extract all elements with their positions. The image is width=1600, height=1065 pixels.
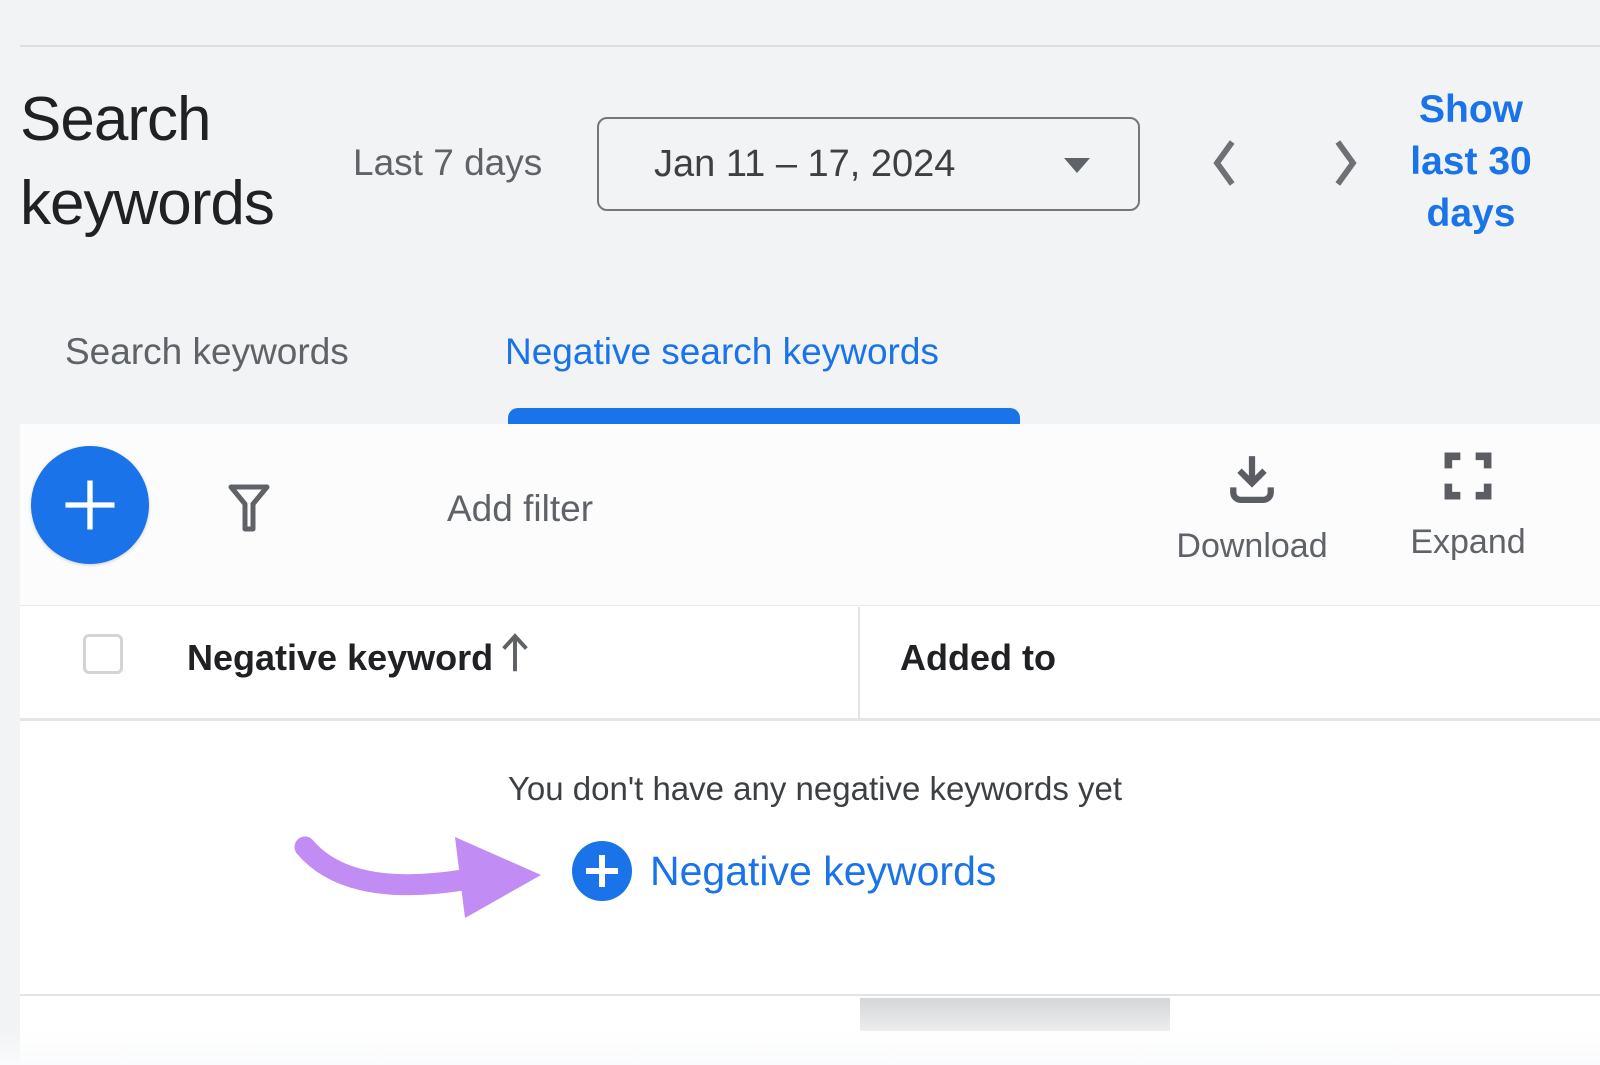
empty-state-message: You don't have any negative keywords yet (465, 770, 1165, 808)
chevron-right-icon[interactable] (1318, 134, 1374, 194)
table-header-row: Negative keyword Added to (20, 607, 1600, 718)
filter-button[interactable] (226, 481, 272, 535)
show-last-30-days-link[interactable]: Show last 30 days (1388, 84, 1554, 240)
tab-search-keywords[interactable]: Search keywords (65, 331, 349, 373)
plus-circle-icon (572, 841, 632, 901)
funnel-icon (226, 481, 272, 535)
plus-icon (58, 473, 122, 537)
active-tab-indicator (508, 408, 1020, 424)
add-negative-keywords-link[interactable]: Negative keywords (572, 840, 996, 902)
column-header-added-to[interactable]: Added to (900, 637, 1056, 679)
top-divider (20, 45, 1600, 47)
expand-label: Expand (1398, 523, 1538, 562)
table-toolbar: Add filter Download Expand (20, 424, 1600, 606)
horizontal-scrollbar-track (20, 994, 1600, 1065)
download-tray-icon (1226, 452, 1278, 504)
select-all-checkbox[interactable] (83, 634, 123, 674)
expand-button[interactable]: Expand (1398, 452, 1538, 562)
date-preset-label: Last 7 days (353, 142, 542, 184)
curved-arrow-icon (288, 822, 550, 927)
download-button[interactable]: Download (1172, 452, 1332, 566)
add-filter-label[interactable]: Add filter (447, 488, 593, 530)
date-range-selector[interactable]: Jan 11 – 17, 2024 (597, 117, 1140, 211)
header-bottom-divider (20, 718, 1600, 721)
horizontal-scrollbar-thumb[interactable] (860, 998, 1170, 1031)
fullscreen-corners-icon (1444, 452, 1492, 500)
chevron-left-icon[interactable] (1196, 134, 1252, 194)
column-divider (858, 607, 860, 718)
date-range-value: Jan 11 – 17, 2024 (654, 119, 955, 209)
tab-negative-search-keywords[interactable]: Negative search keywords (505, 331, 939, 373)
add-negative-keywords-label: Negative keywords (650, 848, 996, 895)
keywords-table-card: Add filter Download Expand (20, 424, 1600, 994)
page-title: Search keywords (20, 78, 360, 246)
arrow-up-icon (498, 629, 532, 680)
download-label: Download (1172, 527, 1332, 566)
add-button[interactable] (31, 446, 149, 564)
caret-down-icon (1064, 158, 1090, 173)
column-header-negative-keyword[interactable]: Negative keyword (187, 637, 493, 679)
